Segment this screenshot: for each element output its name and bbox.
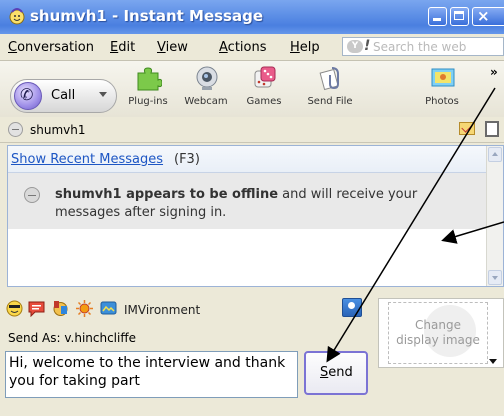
imvironment-icon[interactable] [100,300,117,317]
minimize-icon [433,18,441,21]
display-image-frame: Change display image [388,302,488,364]
yahoo-logo-icon: Y [347,40,363,53]
offline-notice: shumvh1 appears to be offline and will r… [8,173,488,229]
paperclip-icon [319,67,339,91]
message-input-text: Hi, welcome to the interview and thank y… [9,355,290,389]
im-window: shumvh1 - Instant Message × Conversation… [0,0,504,416]
emoticon-sun-icon[interactable] [76,300,93,317]
change-display-image-line2: display image [396,333,480,347]
show-recent-messages-link[interactable]: Show Recent Messages [11,152,163,167]
dice-icon [254,66,276,88]
offline-notice-text: shumvh1 appears to be offline and will r… [55,186,455,222]
display-image-dropdown-icon[interactable] [489,359,497,364]
mail-icon[interactable] [459,122,475,135]
recent-messages-shortcut: (F3) [174,152,200,167]
webcam-label: Webcam [184,96,228,107]
photos-button[interactable]: Photos [412,63,472,115]
offline-smiley-icon [24,187,40,203]
contact-bar: shumvh1 [0,118,504,143]
emoticon-talk-icon[interactable] [28,300,45,317]
message-history[interactable]: Show Recent Messages (F3) shumvh1 appear… [7,145,504,287]
messenger-smiley-icon [9,8,25,25]
menu-bar: Conversation Edit View Actions Help Y ! … [0,34,504,61]
more-tools-icon[interactable]: » [490,65,498,79]
search-placeholder: Search the web [373,40,467,54]
menu-help[interactable]: Help [290,40,320,55]
call-button[interactable]: ✆ Call [10,79,117,113]
send-file-label: Send File [307,96,353,107]
imvironment-label[interactable]: IMVironment [124,303,200,317]
maximize-button[interactable] [450,7,469,26]
message-input[interactable]: Hi, welcome to the interview and thank y… [5,351,298,398]
recent-messages-row: Show Recent Messages (F3) [8,146,488,173]
scroll-down-button[interactable] [488,270,502,285]
send-button[interactable]: Send [304,351,368,395]
menu-conversation[interactable]: Conversation [8,40,94,55]
toolbar: ✆ Call Plug-ins Webcam Games Send File P… [0,61,504,117]
close-icon: × [477,7,490,25]
webcam-button[interactable]: Webcam [176,63,236,115]
plugins-button[interactable]: Plug-ins [118,63,178,115]
call-dropdown-icon[interactable] [99,92,107,97]
title-bar[interactable]: shumvh1 - Instant Message × [0,0,504,34]
message-scrollbar[interactable] [486,146,503,286]
photos-icon [431,68,455,87]
offline-notice-bold: shumvh1 appears to be offline [55,187,279,202]
emoticon-cool-icon[interactable] [6,300,23,317]
emoticon-bar: IMVironment [0,297,372,323]
plugins-label: Plug-ins [128,96,168,107]
offline-status-icon [8,122,23,137]
profile-icon[interactable] [485,121,499,137]
display-image-panel[interactable]: Change display image [378,298,504,368]
send-button-label: Send [320,365,353,380]
plugin-puzzle-icon [137,67,162,91]
scroll-up-button[interactable] [488,147,502,162]
send-as-label[interactable]: Send As: v.hinchcliffe [8,331,136,345]
contact-name[interactable]: shumvh1 [30,123,86,137]
games-button[interactable]: Games [234,63,294,115]
call-label: Call [51,88,76,103]
yahoo-bang-icon: ! [364,38,371,54]
close-button[interactable]: × [472,7,504,26]
menu-view[interactable]: View [157,40,188,55]
menu-actions[interactable]: Actions [219,40,267,55]
change-display-image-text: Change display image [389,318,487,348]
contact-card-icon[interactable] [342,298,362,317]
menu-edit[interactable]: Edit [110,40,135,55]
send-file-button[interactable]: Send File [300,63,360,115]
window-title: shumvh1 - Instant Message [30,7,264,25]
photos-label: Photos [425,96,459,107]
minimize-button[interactable] [428,7,447,26]
change-display-image-line1: Change [415,318,461,332]
phone-icon: ✆ [14,82,42,110]
games-label: Games [246,96,282,107]
emoticon-audible-icon[interactable] [52,300,69,317]
maximize-icon [454,11,464,20]
webcam-icon [196,66,218,90]
web-search-box[interactable]: Y ! Search the web [342,37,504,56]
